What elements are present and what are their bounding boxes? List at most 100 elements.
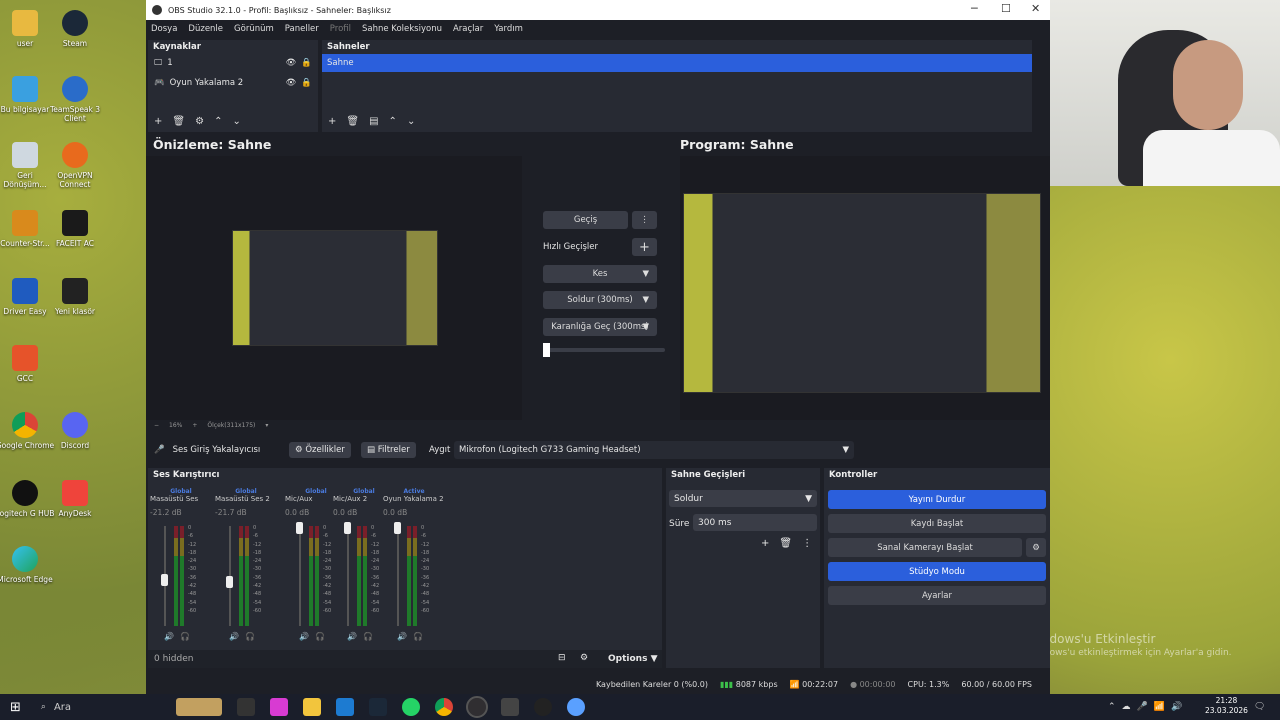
zoom-out-button[interactable]: − <box>154 422 159 429</box>
desktop-icon-steam[interactable]: Steam <box>45 10 105 48</box>
device-select[interactable]: Mikrofon (Logitech G733 Gaming Headset) ▼ <box>454 441 854 459</box>
whatsapp-icon[interactable] <box>402 698 421 716</box>
close-button[interactable]: ✕ <box>1031 2 1040 15</box>
volume-slider[interactable] <box>347 526 349 626</box>
desktop-icon-teamspeak[interactable]: TeamSpeak 3 Client <box>45 76 105 123</box>
transition-menu-icon[interactable]: ⋮ <box>632 211 657 229</box>
source-item[interactable]: 🖵 1 👁 🔒 <box>148 53 318 73</box>
menu-yardim[interactable]: Yardım <box>494 24 523 34</box>
eye-icon[interactable]: 👁 <box>286 78 297 88</box>
virtual-camera-settings-icon[interactable]: ⚙ <box>1026 538 1046 557</box>
source-item[interactable]: 🎮 Oyun Yakalama 2 👁 🔒 <box>148 73 318 93</box>
remove-scene-button[interactable]: 🗑 <box>346 116 359 127</box>
layout-toggle-icon[interactable]: ⊟ <box>558 653 566 663</box>
volume-knob[interactable] <box>394 522 401 534</box>
scene-down-button[interactable]: ⌄ <box>407 116 415 127</box>
desktop-icon-new-folder[interactable]: Yeni klasör <box>45 278 105 316</box>
desktop-icon-discord[interactable]: Discord <box>45 412 105 450</box>
desktop-icon-anydesk[interactable]: AnyDesk <box>45 480 105 518</box>
desktop-icon-openvpn[interactable]: OpenVPN Connect <box>45 142 105 189</box>
volume-knob[interactable] <box>344 522 351 534</box>
transition-props-button[interactable]: ⋮ <box>802 538 812 549</box>
menu-sahne-koleksiyonu[interactable]: Sahne Koleksiyonu <box>362 24 442 34</box>
cut-button[interactable]: Kes ▼ <box>543 265 657 283</box>
duration-input[interactable]: 300 ms <box>693 514 817 531</box>
desktop-icon-edge[interactable]: Microsoft Edge <box>0 546 55 584</box>
advanced-audio-icon[interactable]: ⚙ <box>580 653 588 663</box>
obs-taskbar-icon[interactable] <box>466 696 489 718</box>
settings-taskbar-icon[interactable] <box>501 698 520 716</box>
store-icon[interactable] <box>336 698 355 716</box>
maximize-button[interactable]: ☐ <box>1001 2 1011 15</box>
menu-araclar[interactable]: Araçlar <box>453 24 483 34</box>
zoom-in-button[interactable]: + <box>192 422 197 429</box>
speaker-icon[interactable]: 🔊 <box>229 632 239 641</box>
chrome-taskbar-icon[interactable] <box>435 698 454 716</box>
headphones-icon[interactable]: 🎧 <box>363 632 373 641</box>
taskbar-search[interactable]: Ara <box>54 702 71 713</box>
lock-icon[interactable]: 🔒 <box>301 78 312 88</box>
transition-button[interactable]: Geçiş <box>543 211 628 229</box>
search-icon[interactable]: ⌕ <box>41 702 46 712</box>
tbar-handle[interactable] <box>543 343 550 357</box>
channel-name[interactable]: Masaüstü Ses <box>150 495 212 503</box>
steam-taskbar-icon[interactable] <box>369 698 388 716</box>
menu-paneller[interactable]: Paneller <box>285 24 319 34</box>
scene-up-button[interactable]: ⌃ <box>389 116 397 127</box>
scene-filters-button[interactable]: ▤ <box>369 116 378 127</box>
eye-icon[interactable]: 👁 <box>286 58 297 68</box>
channel-name[interactable]: Oyun Yakalama 2 <box>383 495 445 503</box>
menu-profil[interactable]: Profil <box>330 24 351 34</box>
speaker-icon[interactable]: 🔊 <box>164 632 174 641</box>
stop-stream-button[interactable]: Yayını Durdur <box>828 490 1046 509</box>
speaker-icon[interactable]: 🔊 <box>397 632 407 641</box>
fade-button[interactable]: Soldur (300ms) ▼ <box>543 291 657 309</box>
clock[interactable]: 21:28 23.03.2026 <box>1205 696 1248 716</box>
scene-item-sahne[interactable]: Sahne <box>322 54 1032 72</box>
filters-button[interactable]: ▤ Filtreler <box>361 442 416 458</box>
add-source-button[interactable]: + <box>154 116 162 127</box>
headphones-icon[interactable]: 🎧 <box>315 632 325 641</box>
studio-mode-button[interactable]: Stüdyo Modu <box>828 562 1046 581</box>
properties-button[interactable]: ⚙ Özellikler <box>289 442 351 458</box>
options-button[interactable]: Options ▼ <box>608 654 658 664</box>
volume-knob[interactable] <box>226 576 233 588</box>
menu-dosya[interactable]: Dosya <box>151 24 177 34</box>
zoom-dropdown[interactable]: ▾ <box>265 422 268 429</box>
app-taskbar-icon[interactable] <box>567 698 586 716</box>
notification-icon[interactable]: 🗨 <box>1254 702 1265 712</box>
add-scene-button[interactable]: + <box>328 116 336 127</box>
speaker-icon[interactable]: 🔊 <box>299 632 309 641</box>
copilot-icon[interactable] <box>270 698 289 716</box>
channel-name[interactable]: Masaüstü Ses 2 <box>215 495 277 503</box>
windows-start-icon[interactable]: ⊞ <box>10 700 21 715</box>
lock-icon[interactable]: 🔒 <box>301 58 312 68</box>
file-explorer-icon[interactable] <box>303 698 322 716</box>
start-virtual-camera-button[interactable]: Sanal Kamerayı Başlat <box>828 538 1022 557</box>
minimize-button[interactable]: ─ <box>971 2 978 15</box>
tbar-slider[interactable] <box>543 343 665 357</box>
volume-slider[interactable] <box>299 526 301 626</box>
task-view-icon[interactable] <box>237 698 256 716</box>
menu-gorunum[interactable]: Görünüm <box>234 24 274 34</box>
start-recording-button[interactable]: Kaydı Başlat <box>828 514 1046 533</box>
remove-transition-button[interactable]: 🗑 <box>779 538 792 549</box>
volume-knob[interactable] <box>161 574 168 586</box>
transition-type-select[interactable]: Soldur ▼ <box>669 490 817 507</box>
move-down-button[interactable]: ⌄ <box>232 116 240 127</box>
headphones-icon[interactable]: 🎧 <box>413 632 423 641</box>
logitech-taskbar-icon[interactable] <box>534 698 553 716</box>
preview-canvas[interactable] <box>146 156 522 420</box>
headphones-icon[interactable]: 🎧 <box>180 632 190 641</box>
menu-duzenle[interactable]: Düzenle <box>188 24 223 34</box>
desktop-icon-gcc[interactable]: GCC <box>0 345 55 383</box>
fade-to-black-button[interactable]: Karanlığa Geç (300ms) ▼ <box>543 318 657 336</box>
move-up-button[interactable]: ⌃ <box>214 116 222 127</box>
add-quick-transition-button[interactable]: + <box>632 238 657 256</box>
settings-button[interactable]: Ayarlar <box>828 586 1046 605</box>
volume-knob[interactable] <box>296 522 303 534</box>
speaker-icon[interactable]: 🔊 <box>347 632 357 641</box>
system-tray-icons[interactable]: ⌃☁🎤📶🔊 <box>1108 702 1188 712</box>
remove-source-button[interactable]: 🗑 <box>172 116 185 127</box>
desktop-icon-faceit[interactable]: FACEIT AC <box>45 210 105 248</box>
